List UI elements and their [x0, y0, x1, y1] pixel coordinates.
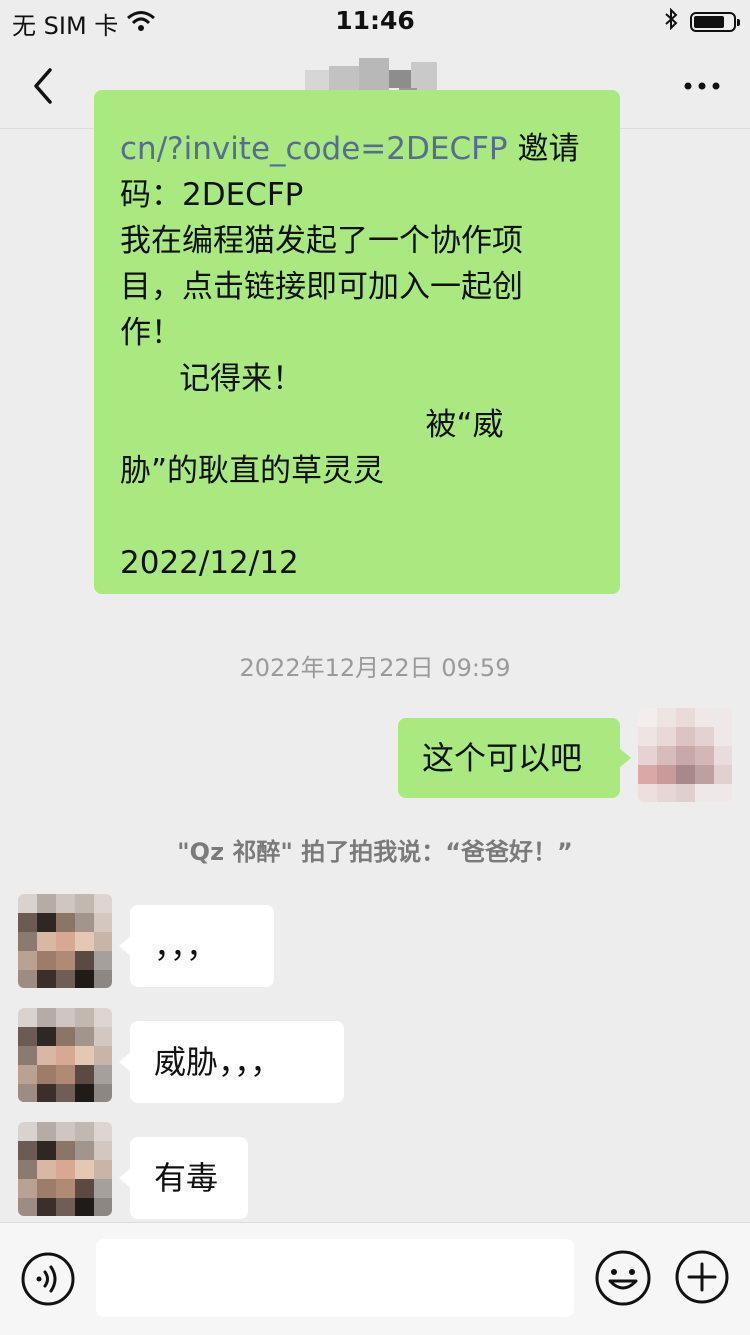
message-text: ，，， [154, 927, 219, 965]
bubble-tail [619, 748, 631, 768]
message-line: 被“威 [120, 407, 504, 443]
sent-message[interactable]: 这个可以吧 [398, 718, 620, 798]
voice-button[interactable] [20, 1251, 76, 1307]
message-line: 2022/12/12 [120, 545, 299, 581]
message-line: 目，点击链接即可加入一起创 [120, 269, 523, 305]
contact-avatar[interactable] [18, 894, 112, 988]
message-line: 作！ [120, 315, 182, 351]
received-message[interactable]: 有毒 [130, 1137, 248, 1219]
message-text: 这个可以吧 [422, 739, 583, 777]
pat-notice: "Qz 祁醉" 拍了拍我说：“爸爸好！” [177, 838, 573, 866]
sent-message-invite[interactable]: cn/?invite_code=2DECFP 邀请 码：2DECFP 我在编程猫… [94, 90, 620, 594]
status-bar: 无 SIM 卡 11:46 [0, 0, 750, 42]
message-input[interactable] [96, 1239, 574, 1317]
contact-avatar[interactable] [18, 1008, 112, 1102]
input-bar [0, 1222, 750, 1335]
voice-icon [21, 1252, 75, 1306]
bluetooth-icon [664, 7, 678, 36]
message-line: cn/?invite_code=2DECFP 邀请 [120, 131, 580, 167]
emoji-button[interactable] [594, 1249, 652, 1307]
smiley-icon [595, 1250, 651, 1306]
status-right [664, 7, 740, 36]
message-line: 记得来！ [120, 361, 304, 397]
plus-icon [675, 1250, 729, 1304]
received-message[interactable]: 威胁，，， [130, 1021, 344, 1103]
more-functions-button[interactable] [674, 1249, 730, 1305]
message-line: 我在编程猫发起了一个协作项 [120, 223, 523, 259]
contact-avatar[interactable] [18, 1122, 112, 1216]
message-line [120, 494, 580, 540]
message-text: 有毒 [154, 1159, 219, 1197]
invite-link[interactable]: cn/?invite_code=2DECFP [120, 131, 508, 167]
received-message[interactable]: ，，， [130, 905, 274, 987]
message-line: 码：2DECFP [120, 177, 304, 213]
message-text: 威胁，，， [154, 1043, 283, 1081]
timestamp-separator: 2022年12月22日 09:59 [239, 654, 511, 682]
my-avatar[interactable] [638, 708, 732, 802]
battery-icon [690, 12, 740, 32]
message-line: 胁”的耿直的草灵灵 [120, 453, 385, 489]
status-time: 11:46 [335, 6, 415, 35]
